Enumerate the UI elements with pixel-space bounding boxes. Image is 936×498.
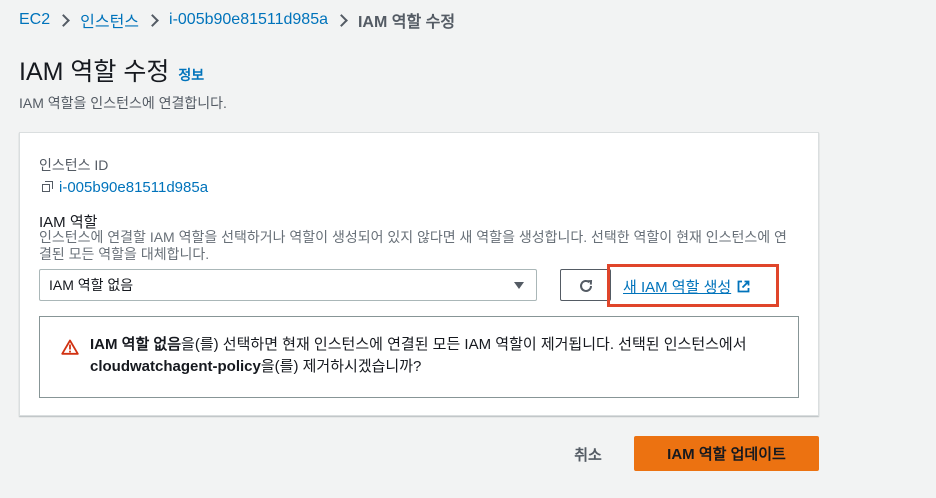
external-link-icon xyxy=(737,280,750,293)
refresh-icon xyxy=(580,279,593,292)
warning-bold-role: IAM 역할 없음 xyxy=(90,336,182,353)
breadcrumb-instance-id[interactable]: i-005b90e81511d985a xyxy=(169,11,328,29)
caret-down-icon xyxy=(514,282,524,289)
breadcrumb-instances[interactable]: 인스턴스 xyxy=(80,8,139,32)
create-iam-role-link[interactable]: 새 IAM 역할 생성 xyxy=(623,276,750,297)
breadcrumb: EC2 인스턴스 i-005b90e81511d985a IAM 역할 수정 xyxy=(19,9,455,31)
warning-message: IAM 역할 없음을(를) 선택하면 현재 인스턴스에 연결된 모든 IAM 역… xyxy=(90,334,790,378)
page-title: IAM 역할 수정 xyxy=(19,58,170,86)
breadcrumb-current: IAM 역할 수정 xyxy=(357,14,456,31)
page-description: IAM 역할을 인스턴스에 연결합니다. xyxy=(19,95,227,111)
warning-bold-policy: cloudwatchagent-policy xyxy=(90,358,261,375)
chevron-right-icon xyxy=(335,13,348,27)
cancel-button[interactable]: 취소 xyxy=(556,439,620,469)
breadcrumb-ec2[interactable]: EC2 xyxy=(19,11,50,29)
warning-alert: IAM 역할 없음을(를) 선택하면 현재 인스턴스에 연결된 모든 IAM 역… xyxy=(39,316,799,398)
instance-id-label: 인스턴스 ID xyxy=(39,157,109,173)
form-panel: 인스턴스 ID i-005b90e81511d985a IAM 역할 인스턴스에… xyxy=(19,132,819,416)
page-header: IAM 역할 수정 정보 xyxy=(19,52,204,88)
chevron-right-icon xyxy=(146,13,159,27)
refresh-button[interactable] xyxy=(560,269,611,301)
info-link[interactable]: 정보 xyxy=(178,65,204,85)
warning-text-1: 을(를) 선택하면 현재 인스턴스에 연결된 모든 IAM 역할이 제거됩니다.… xyxy=(181,336,747,353)
chevron-right-icon xyxy=(57,13,70,27)
warning-text-2: 을(를) 제거하시겠습니까? xyxy=(260,358,422,375)
iam-role-select[interactable]: IAM 역할 없음 xyxy=(39,269,537,301)
copy-icon[interactable] xyxy=(40,180,56,196)
instance-id-link[interactable]: i-005b90e81511d985a xyxy=(59,179,208,196)
warning-icon xyxy=(61,339,79,355)
update-iam-role-button[interactable]: IAM 역할 업데이트 xyxy=(634,436,819,471)
iam-role-description: 인스턴스에 연결할 IAM 역할을 선택하거나 역할이 생성되어 있지 않다면 … xyxy=(39,229,787,262)
iam-role-select-value: IAM 역할 없음 xyxy=(49,277,134,293)
create-iam-role-label: 새 IAM 역할 생성 xyxy=(623,279,732,296)
instance-id-row: i-005b90e81511d985a xyxy=(40,179,208,196)
